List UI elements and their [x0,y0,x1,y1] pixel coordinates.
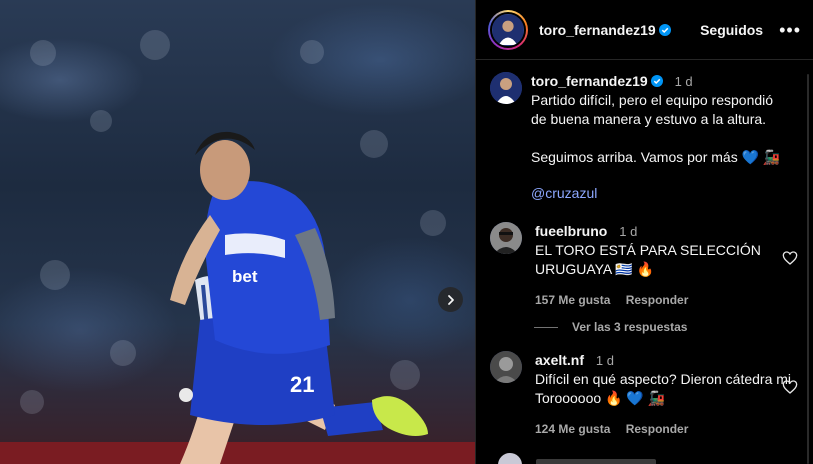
verified-badge-icon [658,23,671,36]
reply-button[interactable]: Responder [626,422,689,436]
comment-likes[interactable]: 157 Me gusta [535,293,610,307]
next-photo-button[interactable] [438,287,463,312]
following-button[interactable]: Seguidos [700,22,763,38]
avatar[interactable] [498,453,522,464]
comment-item: fueelbruno 1 d EL TORO ESTÁ PARA SELECCI… [490,222,802,310]
comment-timestamp[interactable]: 1 d [619,224,637,239]
replies-divider [534,326,558,328]
profile-picture-icon [490,351,522,383]
mention-link[interactable]: @cruzazul [531,184,790,203]
header-username-text[interactable]: toro_fernandez19 [539,22,656,38]
more-options-icon[interactable]: ••• [779,21,801,39]
comment-username[interactable]: fueelbruno [535,223,607,239]
comment-username[interactable]: axelt.nf [535,352,584,368]
view-replies-button[interactable]: Ver las 3 respuestas [534,320,687,334]
caption-text: Partido difícil, pero el equipo respondi… [531,92,781,165]
view-replies-label[interactable]: Ver las 3 respuestas [572,320,687,334]
post-header: toro_fernandez19 Seguidos ••• [476,0,813,60]
post-sidebar: toro_fernandez19 Seguidos ••• toro_ferna… [475,0,813,464]
comment-item: axelt.nf 1 d Difícil en qué aspecto? Die… [490,351,802,439]
comment-timestamp[interactable]: 1 d [596,353,614,368]
post-photo[interactable]: 21 bet [0,0,475,464]
comment-text: EL TORO ESTÁ PARA SELECCIÓN URUGUAYA 🇺🇾 … [535,242,765,277]
comment-likes[interactable]: 124 Me gusta [535,422,610,436]
story-ring-avatar[interactable] [488,9,528,50]
avatar [490,11,526,48]
reply-button[interactable]: Responder [626,293,689,307]
heart-icon[interactable] [782,250,798,266]
profile-picture-icon [493,14,523,45]
header-username[interactable]: toro_fernandez19 [539,22,671,38]
profile-picture-icon [490,72,522,104]
comment-username-cut [536,459,656,464]
player-figure: 21 bet [0,131,475,464]
avatar[interactable] [490,222,522,254]
caption-username[interactable]: toro_fernandez19 [531,73,648,89]
heart-icon[interactable] [782,379,798,395]
caption-timestamp[interactable]: 1 d [675,74,693,89]
comments-list: toro_fernandez19 1 d Partido difícil, pe… [476,61,813,464]
jersey-number: 21 [290,372,314,397]
jersey-sponsor: bet [232,267,258,286]
avatar[interactable] [490,351,522,383]
comment-text: Difícil en qué aspecto? Dieron cátedra m… [535,371,795,406]
post-caption: toro_fernandez19 1 d Partido difícil, pe… [490,72,790,203]
verified-badge-icon [650,75,663,87]
avatar[interactable] [490,72,522,104]
chevron-right-icon [447,294,454,305]
profile-picture-icon [490,222,522,254]
